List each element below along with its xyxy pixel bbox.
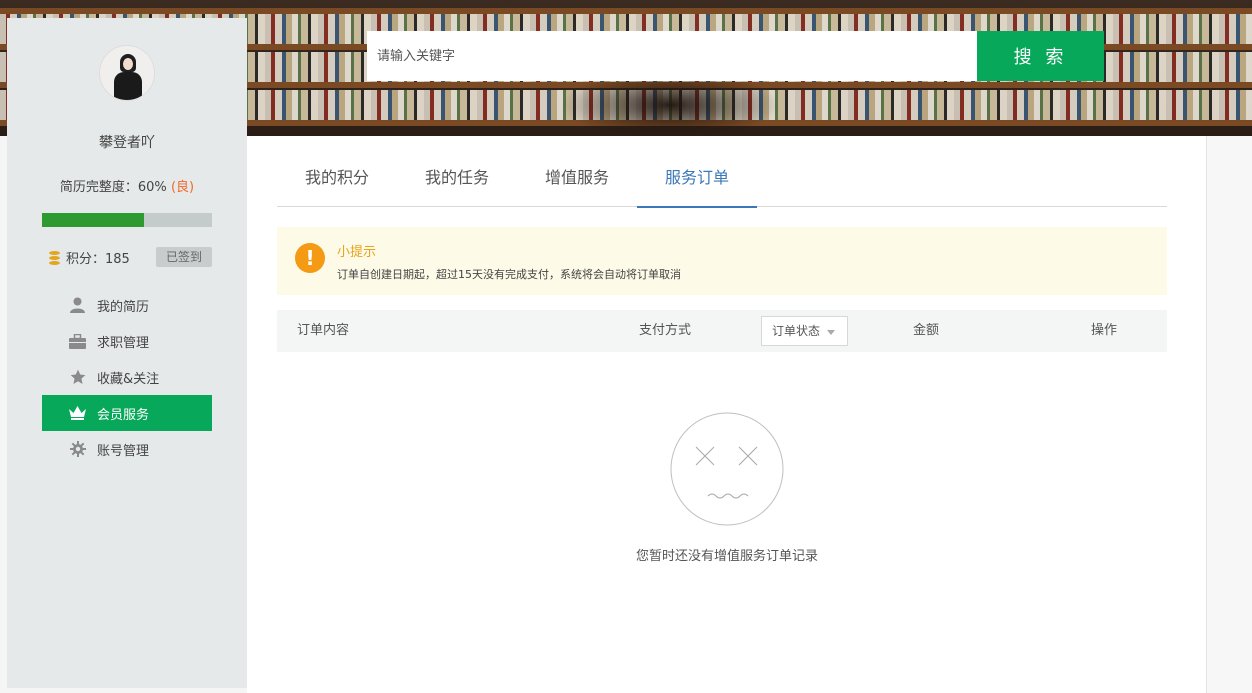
empty-state-message: 您暂时还没有增值服务订单记录 [635,549,818,564]
user-icon [69,297,86,314]
sidebar-menu: 我的简历 求职管理 收藏&关注 会员服务 账号管理 [42,287,212,467]
tip-text: 订单自创建日期起，超过15天没有完成支付，系统将会自动将订单取消 [337,268,681,281]
tip-box: ! 小提示 订单自创建日期起，超过15天没有完成支付，系统将会自动将订单取消 [277,227,1167,295]
gear-icon [69,441,86,458]
column-order-content: 订单内容 [297,323,350,338]
avatar[interactable] [99,45,155,101]
points: 积分：185 [49,248,130,267]
completeness-label: 简历完整度：60% [59,180,167,195]
order-status-label: 订单状态 [772,324,821,338]
tab-my-tasks[interactable]: 我的任务 [397,136,517,207]
order-status-dropdown[interactable]: 订单状态 [761,316,848,346]
completeness-progress-fill [42,213,144,227]
column-action: 操作 [1091,323,1118,338]
crown-icon [69,405,86,422]
sidebar-item-label: 会员服务 [97,407,150,423]
sidebar-item-label: 我的简历 [97,299,150,315]
points-label: 积分：185 [66,252,130,267]
tab-my-points[interactable]: 我的积分 [277,136,397,207]
sidebar-item-label: 收藏&关注 [97,371,160,387]
username: 攀登者吖 [99,135,155,151]
sidebar-item-resume[interactable]: 我的简历 [42,287,212,323]
right-margin [1206,136,1252,693]
tab-service-orders[interactable]: 服务订单 [637,136,758,208]
search-button[interactable]: 搜 索 [977,31,1104,81]
column-amount: 金额 [913,323,940,338]
coins-icon [49,250,60,265]
orders-table-header: 订单内容 支付方式 订单状态 金额 操作 [277,310,1167,352]
sidebar-item-account[interactable]: 账号管理 [42,431,212,467]
completeness-grade: (良) [170,180,195,195]
tab-value-added-services[interactable]: 增值服务 [517,136,637,207]
empty-face-icon [670,412,784,526]
signed-in-badge[interactable]: 已签到 [156,247,212,267]
sidebar-item-membership[interactable]: 会员服务 [42,395,212,431]
sidebar-item-job-management[interactable]: 求职管理 [42,323,212,359]
sidebar-item-favorites[interactable]: 收藏&关注 [42,359,212,395]
resume-completeness: 简历完整度：60% (良) [7,176,247,195]
tab-bar: 我的积分 我的任务 增值服务 服务订单 [277,136,1167,208]
sidebar: 攀登者吖 简历完整度：60% (良) 积分：185 已签到 我的简历 求职管理 … [7,18,247,688]
sidebar-item-label: 求职管理 [97,335,150,351]
completeness-progress-bar [42,213,212,227]
search-input[interactable] [367,31,977,81]
tip-title: 小提示 [337,245,377,260]
chevron-down-icon [827,330,835,335]
sidebar-item-label: 账号管理 [97,443,150,459]
main-panel: 我的积分 我的任务 增值服务 服务订单 ! 小提示 订单自创建日期起，超过15天… [247,136,1206,693]
warning-icon: ! [295,243,325,273]
star-icon [69,369,86,386]
briefcase-icon [69,333,86,350]
column-payment-method: 支付方式 [639,323,692,338]
